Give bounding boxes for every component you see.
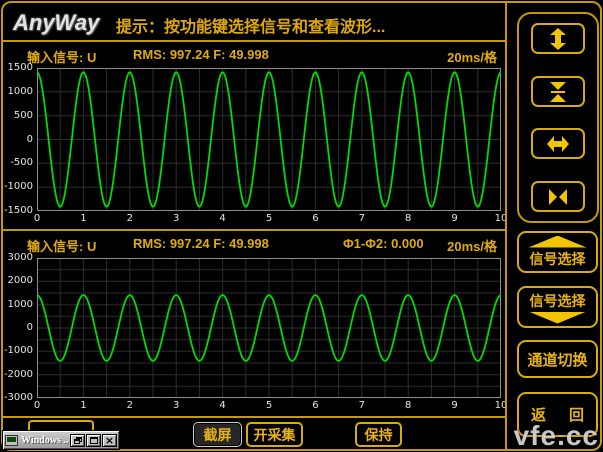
y-axis-tick-label: -3000	[3, 392, 33, 403]
y-axis-tick-label: 0	[3, 134, 33, 145]
panel1-rms-freq-readout: RMS: 997.24 F: 49.998	[133, 47, 269, 62]
hold-button[interactable]: 保持	[355, 422, 402, 447]
sidebar-divider	[505, 3, 507, 449]
close-icon: ×	[105, 435, 114, 446]
expand-horizontal-button[interactable]	[531, 128, 585, 159]
screenshot-button[interactable]: 截屏	[193, 422, 242, 447]
x-axis-tick-label: 6	[312, 400, 318, 411]
waveform-panel-2: 输入信号: U RMS: 997.24 F: 49.998 Φ1-Φ2: 0.0…	[3, 231, 505, 416]
panel2-rms-freq-readout: RMS: 997.24 F: 49.998	[133, 236, 269, 251]
x-axis-tick-label: 5	[266, 213, 272, 224]
maximize-window-button[interactable]	[86, 434, 101, 447]
y-axis-tick-label: 2000	[3, 275, 33, 286]
compress-vertical-icon	[545, 80, 571, 104]
x-axis-tick-label: 2	[127, 400, 133, 411]
x-axis-tick-label: 9	[451, 213, 457, 224]
signal-select-up-button[interactable]: 信号选择	[517, 231, 598, 273]
x-axis-tick-label: 4	[219, 213, 225, 224]
maximize-icon	[90, 437, 98, 444]
panel2-signal-label: 输入信号: U	[27, 236, 96, 255]
panel2-phase-readout: Φ1-Φ2: 0.000	[343, 236, 424, 251]
panel1-timebase-label: 20ms/格	[447, 47, 497, 66]
close-window-button[interactable]: ×	[102, 434, 117, 447]
expand-vertical-icon	[545, 27, 571, 51]
panel1-waveform-svg	[37, 68, 501, 211]
y-axis-tick-label: 500	[3, 110, 33, 121]
channel-switch-label: 通道切换	[527, 349, 587, 370]
x-axis-tick-label: 8	[405, 213, 411, 224]
zoom-button-group	[517, 12, 599, 223]
compress-horizontal-icon	[545, 185, 571, 209]
x-axis-tick-label: 1	[80, 213, 86, 224]
window-title: Windows ...	[21, 435, 69, 446]
windows-titlebar-fragment[interactable]: Windows ... ×	[2, 430, 120, 450]
y-axis-tick-label: 1000	[3, 299, 33, 310]
y-axis-tick-label: 0	[3, 322, 33, 333]
panel2-waveform-svg	[37, 258, 501, 398]
restore-window-button[interactable]	[70, 434, 85, 447]
x-axis-tick-label: 6	[312, 213, 318, 224]
panel2-timebase-label: 20ms/格	[447, 236, 497, 255]
signal-select-down-label: 信号选择	[530, 291, 586, 311]
y-axis-tick-label: -1500	[3, 205, 33, 216]
y-axis-tick-label: -2000	[3, 369, 33, 380]
x-axis-tick-label: 8	[405, 400, 411, 411]
panel2-header: 输入信号: U RMS: 997.24 F: 49.998 Φ1-Φ2: 0.0…	[3, 236, 505, 252]
anyway-logo: AnyWay	[13, 10, 99, 36]
expand-vertical-button[interactable]	[531, 23, 585, 54]
compress-horizontal-button[interactable]	[531, 181, 585, 212]
x-axis-tick-label: 0	[34, 213, 40, 224]
x-axis-tick-label: 5	[266, 400, 272, 411]
compress-vertical-button[interactable]	[531, 76, 585, 107]
triangle-up-icon	[529, 236, 587, 248]
x-axis-tick-label: 0	[34, 400, 40, 411]
restore-icon	[74, 437, 82, 444]
window-icon	[5, 435, 18, 446]
channel-switch-button[interactable]: 通道切换	[517, 340, 598, 378]
waveform-panel-1: 输入信号: U RMS: 997.24 F: 49.998 20ms/格 150…	[3, 42, 505, 229]
y-axis-tick-label: -500	[3, 157, 33, 168]
panel1-header: 输入信号: U RMS: 997.24 F: 49.998 20ms/格	[3, 47, 505, 63]
vfe-watermark: vfe.cc	[514, 420, 599, 452]
y-axis-tick-label: -1000	[3, 345, 33, 356]
x-axis-tick-label: 1	[80, 400, 86, 411]
status-prompt-text: 提示：按功能键选择信号和查看波形...	[116, 13, 385, 37]
y-axis-tick-label: 3000	[3, 252, 33, 263]
anyway-analyzer-window: AnyWay 提示：按功能键选择信号和查看波形... 输入信号: U RMS: …	[0, 0, 603, 452]
y-axis-tick-label: 1000	[3, 86, 33, 97]
panel1-plot-area	[37, 68, 501, 211]
signal-select-down-button[interactable]: 信号选择	[517, 286, 598, 328]
x-axis-tick-label: 7	[359, 400, 365, 411]
x-axis-tick-label: 4	[219, 400, 225, 411]
expand-horizontal-icon	[545, 132, 571, 156]
x-axis-tick-label: 3	[173, 213, 179, 224]
y-axis-tick-label: -1000	[3, 181, 33, 192]
x-axis-tick-label: 7	[359, 213, 365, 224]
y-axis-tick-label: 1500	[3, 62, 33, 73]
panel2-plot-area	[37, 258, 501, 398]
triangle-down-icon	[529, 312, 587, 324]
x-axis-tick-label: 2	[127, 213, 133, 224]
start-capture-button[interactable]: 开采集	[246, 422, 303, 447]
panel1-signal-label: 输入信号: U	[27, 47, 96, 66]
x-axis-tick-label: 9	[451, 400, 457, 411]
x-axis-tick-label: 3	[173, 400, 179, 411]
signal-select-up-label: 信号选择	[530, 249, 586, 269]
